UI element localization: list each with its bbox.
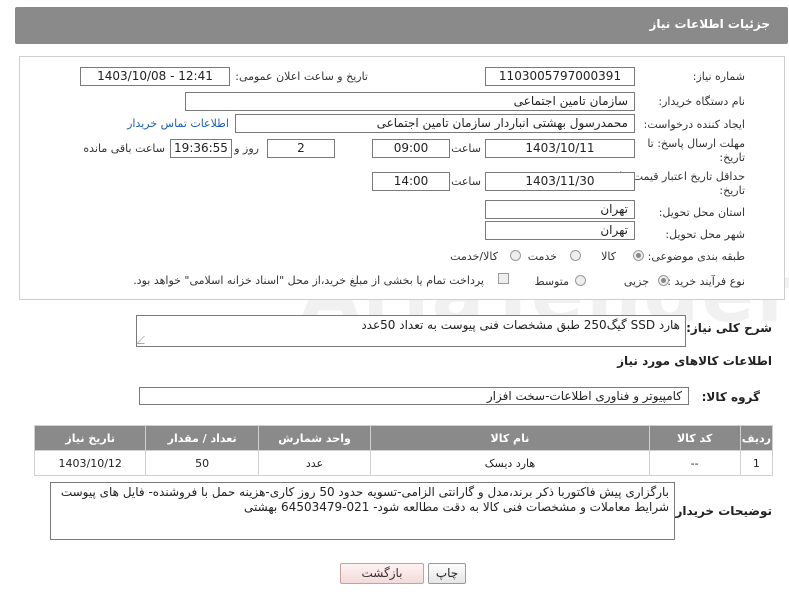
table-header-name: نام کالا bbox=[370, 425, 650, 451]
buyer-notes-text: بارگزاری پیش فاکتوربا ذکر برند،مدل و گار… bbox=[60, 485, 669, 514]
deadline-label: مهلت ارسال پاسخ: تا bbox=[647, 137, 745, 150]
row-index-cell: 1 bbox=[739, 450, 774, 476]
requester-field[interactable]: محمدرسول بهشتی انباردار سازمان تامین اجت… bbox=[235, 114, 635, 133]
page-header: جزئیات اطلاعات نیاز bbox=[15, 7, 788, 44]
buyer-notes-label: توضیحات خریدار: bbox=[670, 504, 772, 518]
category-label: طبقه بندی موضوعی: bbox=[647, 250, 745, 263]
category-option-goods: کالا bbox=[601, 250, 616, 263]
table-header-unit: واحد شمارش bbox=[257, 425, 372, 451]
validity-time-field[interactable]: 14:00 bbox=[372, 172, 450, 191]
requester-label: ایجاد کننده درخواست: bbox=[643, 118, 745, 131]
buyer-org-label: نام دستگاه خریدار: bbox=[658, 95, 745, 108]
purchase-type-label: نوع فرآیند خرید : bbox=[667, 275, 745, 288]
validity-label-date: تاریخ: bbox=[719, 184, 745, 197]
province-field[interactable]: تهران bbox=[485, 200, 635, 219]
back-button[interactable]: بازگشت bbox=[340, 563, 424, 584]
row-code-cell: -- bbox=[648, 450, 741, 476]
category-option-goods-service: کالا/خدمت bbox=[450, 250, 498, 263]
buyer-org-field[interactable]: سازمان تامین اجتماعی bbox=[185, 92, 635, 111]
table-header-row-index: ردیف bbox=[739, 425, 774, 451]
table-header-quantity: تعداد / مقدار bbox=[145, 425, 259, 451]
need-number-label: شماره نیاز: bbox=[692, 70, 745, 83]
goods-section-title: اطلاعات کالاهای مورد نیاز bbox=[617, 354, 772, 368]
city-field[interactable]: تهران bbox=[485, 221, 635, 240]
purchase-option-minor: جزیی bbox=[623, 275, 649, 288]
resize-grip-icon[interactable] bbox=[137, 336, 152, 344]
description-label: شرح کلی نیاز: bbox=[686, 321, 772, 335]
buyer-notes-textarea[interactable]: بارگزاری پیش فاکتوربا ذکر برند،مدل و گار… bbox=[50, 482, 675, 540]
treasury-payment-note: پرداخت تمام یا بخشی از مبلغ خرید،از محل … bbox=[133, 274, 484, 287]
page-title: جزئیات اطلاعات نیاز bbox=[649, 17, 770, 31]
time-remaining-field[interactable]: 19:36:55 bbox=[170, 139, 232, 158]
province-label: استان محل تحویل: bbox=[658, 206, 745, 219]
purchase-radio-minor[interactable] bbox=[658, 275, 669, 286]
deadline-date-field[interactable]: 1403/10/11 bbox=[485, 139, 635, 158]
deadline-time-field[interactable]: 09:00 bbox=[372, 139, 450, 158]
validity-label: حداقل تاریخ اعتبار قیمت: تا bbox=[619, 170, 745, 183]
days-label: روز و bbox=[234, 142, 259, 155]
category-radio-goods-service[interactable] bbox=[510, 250, 521, 261]
table-header-date: تاریخ نیاز bbox=[33, 425, 147, 451]
buyer-contact-link[interactable]: اطلاعات تماس خریدار bbox=[127, 117, 229, 130]
print-button[interactable]: چاپ bbox=[428, 563, 466, 584]
validity-time-label: ساعت bbox=[451, 175, 481, 188]
category-option-service: خدمت bbox=[527, 250, 557, 263]
city-label: شهر محل تحویل: bbox=[665, 228, 745, 241]
category-radio-goods[interactable] bbox=[633, 250, 644, 261]
treasury-payment-checkbox[interactable] bbox=[498, 273, 509, 284]
goods-table: ردیف کد کالا نام کالا واحد شمارش تعداد /… bbox=[33, 425, 774, 476]
deadline-time-label: ساعت bbox=[451, 142, 481, 155]
purchase-radio-medium[interactable] bbox=[575, 275, 586, 286]
table-header-row: ردیف کد کالا نام کالا واحد شمارش تعداد /… bbox=[33, 425, 774, 451]
announce-label: تاریخ و ساعت اعلان عمومی: bbox=[235, 70, 368, 83]
goods-group-field[interactable]: کامپیوتر و فناوری اطلاعات-سخت افزار bbox=[139, 387, 689, 405]
purchase-option-medium: متوسط bbox=[534, 275, 569, 288]
announce-datetime-field[interactable]: 1403/10/08 - 12:41 bbox=[80, 67, 230, 86]
deadline-label-date: تاریخ: bbox=[719, 151, 745, 164]
validity-date-field[interactable]: 1403/11/30 bbox=[485, 172, 635, 191]
category-radio-service[interactable] bbox=[570, 250, 581, 261]
row-name-cell: هارد دیسک bbox=[370, 450, 650, 476]
row-date-cell: 1403/10/12 bbox=[33, 450, 147, 476]
description-textarea[interactable]: هارد SSD گیگ250 طبق مشخصات فنی پیوست به … bbox=[136, 315, 686, 347]
need-number-field[interactable]: 1103005797000391 bbox=[485, 67, 635, 86]
days-remaining-field[interactable]: 2 bbox=[267, 139, 335, 158]
table-row[interactable]: 1 -- هارد دیسک عدد 50 1403/10/12 bbox=[33, 450, 774, 476]
row-unit-cell: عدد bbox=[257, 450, 372, 476]
description-text: هارد SSD گیگ250 طبق مشخصات فنی پیوست به … bbox=[361, 318, 680, 332]
row-quantity-cell: 50 bbox=[145, 450, 259, 476]
table-header-code: کد کالا bbox=[648, 425, 741, 451]
goods-group-label: گروه کالا: bbox=[701, 390, 760, 404]
time-remaining-label: ساعت باقی مانده bbox=[83, 142, 165, 155]
